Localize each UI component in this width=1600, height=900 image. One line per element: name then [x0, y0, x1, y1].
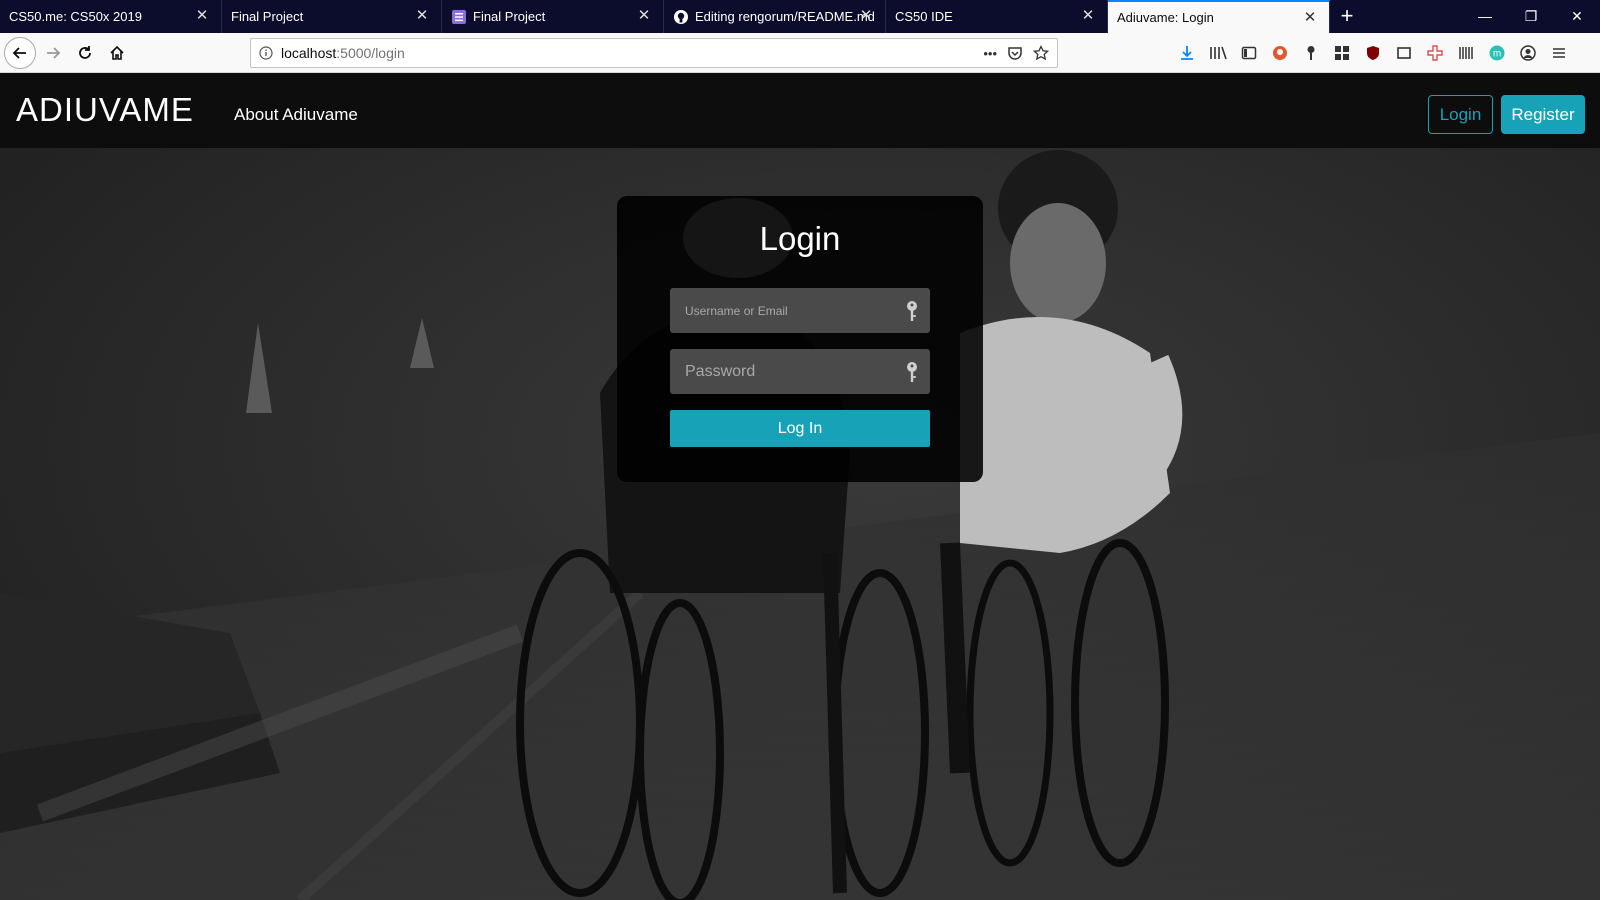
arrow-left-icon [12, 46, 26, 59]
list-icon [451, 9, 467, 25]
browser-tab[interactable]: CS50.me: CS50x 2019 ✕ [0, 0, 222, 33]
key-icon [907, 301, 917, 321]
login-submit-button[interactable]: Log In [670, 410, 930, 447]
url-host: localhost [281, 45, 337, 61]
browser-tab[interactable]: Editing rengorum/README.md ✕ [664, 0, 886, 33]
login-card: Login Log In [617, 196, 983, 482]
username-field [670, 288, 930, 333]
barcode-icon[interactable] [1455, 42, 1477, 64]
close-window-icon[interactable]: ✕ [1554, 0, 1600, 33]
tab-title: Final Project [231, 9, 304, 24]
library-icon[interactable] [1207, 42, 1229, 64]
window-icon[interactable] [1393, 42, 1415, 64]
page-content: ADIUVAME About Adiuvame Login Register L… [0, 73, 1600, 900]
reload-icon [79, 45, 91, 59]
page-actions-icon[interactable]: ••• [983, 46, 997, 61]
tab-title: CS50 IDE [895, 9, 953, 24]
login-title: Login [759, 220, 841, 257]
site-brand[interactable]: ADIUVAME [16, 91, 194, 129]
url-text[interactable]: localhost:5000/login [281, 45, 983, 61]
password-field [670, 349, 930, 394]
sidebar-icon[interactable] [1238, 42, 1260, 64]
site-header: ADIUVAME About Adiuvame Login Register [0, 73, 1600, 148]
key-icon[interactable] [1300, 42, 1322, 64]
tab-title: CS50.me: CS50x 2019 [9, 9, 142, 24]
tab-close-icon[interactable]: ✕ [635, 7, 653, 25]
toolbar-icons: m [1176, 37, 1570, 69]
profile-m-icon[interactable]: m [1486, 42, 1508, 64]
browser-navbar: localhost:5000/login ••• m [0, 33, 1600, 73]
svg-text:m: m [1493, 49, 1501, 60]
browser-tab[interactable]: Final Project ✕ [222, 0, 442, 33]
download-icon[interactable] [1176, 42, 1198, 64]
menu-icon[interactable] [1548, 42, 1570, 64]
arrow-right-icon [47, 46, 61, 59]
pocket-icon[interactable] [1007, 45, 1023, 61]
tab-close-icon[interactable]: ✕ [193, 7, 211, 25]
account-icon[interactable] [1517, 42, 1539, 64]
password-input[interactable] [670, 349, 930, 394]
username-input[interactable] [670, 288, 930, 333]
duckduckgo-icon[interactable] [1269, 42, 1291, 64]
tab-close-icon[interactable]: ✕ [413, 7, 431, 25]
header-register-button[interactable]: Register [1501, 95, 1585, 134]
nav-link-about[interactable]: About Adiuvame [234, 105, 358, 125]
minimize-icon[interactable]: — [1462, 0, 1508, 33]
tab-close-icon[interactable]: ✕ [857, 7, 875, 25]
github-icon [673, 9, 689, 25]
bookmark-star-icon[interactable] [1033, 45, 1049, 61]
window-controls: — ❐ ✕ [1462, 0, 1600, 33]
url-bar[interactable]: localhost:5000/login ••• [250, 38, 1058, 68]
back-button[interactable] [4, 36, 36, 69]
tab-title: Adiuvame: Login [1117, 10, 1214, 25]
extensions-grid-icon[interactable] [1331, 42, 1353, 64]
browser-tab[interactable]: CS50 IDE ✕ [886, 0, 1108, 33]
cross-icon[interactable] [1424, 42, 1446, 64]
tab-close-icon[interactable]: ✕ [1301, 9, 1319, 27]
header-login-button[interactable]: Login [1428, 95, 1493, 134]
key-icon [907, 362, 917, 382]
ublock-icon[interactable] [1362, 42, 1384, 64]
browser-tab-active[interactable]: Adiuvame: Login ✕ [1108, 0, 1330, 33]
info-icon[interactable] [251, 46, 281, 60]
forward-button[interactable] [38, 38, 68, 68]
url-path: :5000/login [336, 45, 405, 61]
restore-icon[interactable]: ❐ [1508, 0, 1554, 33]
reload-button[interactable] [70, 38, 100, 68]
browser-tab[interactable]: Final Project ✕ [442, 0, 664, 33]
browser-tabstrip: CS50.me: CS50x 2019 ✕ Final Project ✕ Fi… [0, 0, 1600, 33]
home-button[interactable] [102, 38, 132, 68]
tab-close-icon[interactable]: ✕ [1079, 7, 1097, 25]
new-tab-button[interactable]: + [1330, 0, 1364, 33]
home-icon [110, 45, 124, 60]
